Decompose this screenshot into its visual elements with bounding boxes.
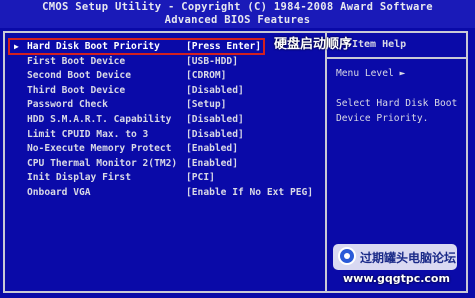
- setting-no-execute-memory-protect[interactable]: No-Execute Memory Protect [Enabled]: [10, 142, 328, 157]
- setting-label: Second Boot Device: [27, 70, 131, 82]
- setting-password-check[interactable]: Password Check [Setup]: [10, 98, 328, 113]
- watermark-text: 过期罐头电脑论坛: [360, 251, 457, 265]
- setting-cpu-thermal-monitor[interactable]: CPU Thermal Monitor 2(TM2) [Enabled]: [10, 157, 328, 172]
- setting-third-boot-device[interactable]: Third Boot Device [Disabled]: [10, 84, 328, 99]
- setting-hdd-smart-capability[interactable]: HDD S.M.A.R.T. Capability [Disabled]: [10, 113, 328, 128]
- setting-first-boot-device[interactable]: First Boot Device [USB-HDD]: [10, 55, 328, 70]
- setting-value[interactable]: [PCI]: [186, 171, 215, 186]
- setting-value[interactable]: [Disabled]: [186, 128, 244, 143]
- setting-label: Onboard VGA: [27, 186, 91, 198]
- setting-label: Limit CPUID Max. to 3: [27, 128, 149, 140]
- setting-value[interactable]: [Enabled]: [186, 157, 238, 172]
- utility-title: CMOS Setup Utility - Copyright (C) 1984-…: [42, 1, 433, 13]
- highlight-box: [8, 38, 265, 55]
- setting-label: CPU Thermal Monitor 2(TM2): [27, 157, 178, 169]
- page-title: Advanced BIOS Features: [164, 14, 311, 26]
- setting-value[interactable]: [Setup]: [186, 98, 226, 113]
- menu-level: Menu Level ►: [336, 68, 406, 79]
- setting-value[interactable]: [CDROM]: [186, 69, 226, 84]
- watermark-url: www.gqgtpc.com: [343, 272, 450, 285]
- setting-limit-cpuid[interactable]: Limit CPUID Max. to 3 [Disabled]: [10, 128, 328, 143]
- help-header-divider: [327, 57, 468, 59]
- help-description: Select Hard Disk Boot Device Priority.: [336, 98, 458, 124]
- setting-second-boot-device[interactable]: Second Boot Device [CDROM]: [10, 69, 328, 84]
- item-help-title: Item Help: [352, 39, 407, 50]
- setting-value[interactable]: [Disabled]: [186, 84, 244, 99]
- watermark-badge: 过期罐头电脑论坛: [333, 244, 457, 270]
- annotation-label: 硬盘启动顺序: [274, 37, 353, 52]
- setting-value[interactable]: [Disabled]: [186, 113, 244, 128]
- forum-logo-icon: [338, 247, 356, 265]
- setting-value[interactable]: [USB-HDD]: [186, 55, 238, 70]
- setting-label: HDD S.M.A.R.T. Capability: [27, 113, 172, 125]
- setting-init-display-first[interactable]: Init Display First [PCI]: [10, 171, 328, 186]
- setting-label: No-Execute Memory Protect: [27, 143, 172, 155]
- setting-label: Init Display First: [27, 172, 131, 184]
- settings-list: ▶ Hard Disk Boot Priority [Press Enter] …: [10, 40, 328, 201]
- setting-value[interactable]: [Enable If No Ext PEG]: [186, 186, 313, 201]
- setting-onboard-vga[interactable]: Onboard VGA [Enable If No Ext PEG]: [10, 186, 328, 201]
- setting-label: First Boot Device: [27, 55, 126, 67]
- setting-label: Password Check: [27, 99, 108, 111]
- setting-value[interactable]: [Enabled]: [186, 142, 238, 157]
- setting-label: Third Boot Device: [27, 84, 126, 96]
